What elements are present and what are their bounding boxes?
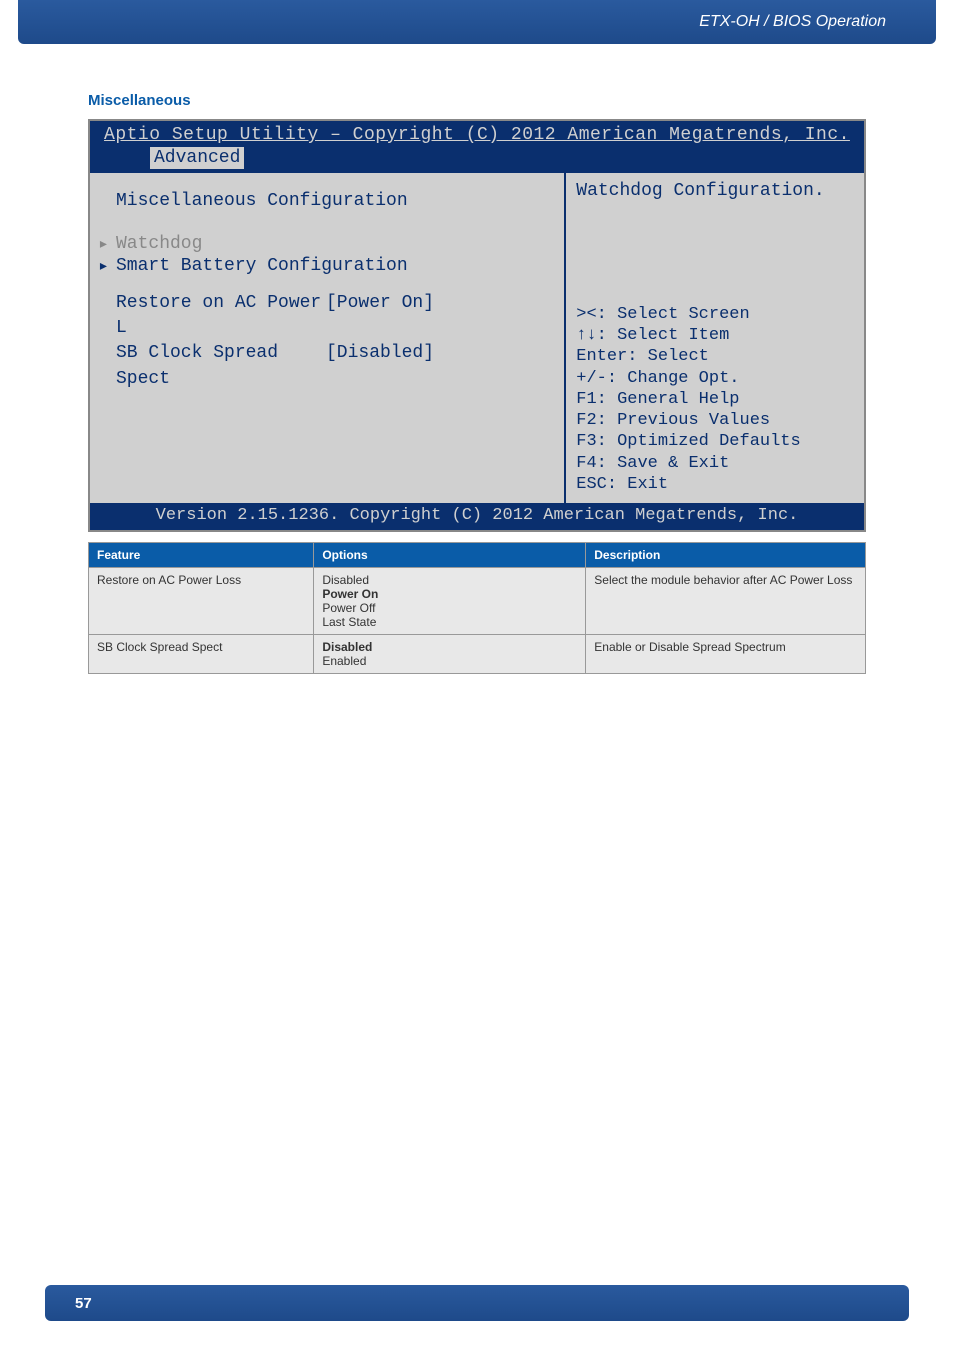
page-footer-bar: 57 (45, 1285, 909, 1321)
table-header-row: Feature Options Description (89, 543, 866, 568)
bios-submenu-watchdog[interactable]: ▸ Watchdog (98, 233, 556, 255)
bios-key-line: ↑↓: Select Item (576, 325, 854, 346)
table-row: Restore on AC Power LossDisabledPower On… (89, 568, 866, 635)
page-number: 57 (75, 1295, 92, 1312)
bios-key-line: ><: Select Screen (576, 304, 854, 325)
submenu-arrow-icon: ▸ (98, 233, 116, 255)
breadcrumb: ETX-OH / BIOS Operation (699, 13, 886, 31)
cell-description: Enable or Disable Spread Spectrum (586, 635, 866, 674)
bios-left-heading: Miscellaneous Configuration (116, 191, 556, 211)
bios-tab-row: Advanced (90, 145, 864, 173)
bios-submenu-label: Smart Battery Configuration (116, 256, 408, 276)
feature-table: Feature Options Description Restore on A… (88, 542, 866, 674)
bios-option-sb-clock[interactable]: SB Clock Spread Spect [Disabled] (116, 341, 556, 391)
th-feature: Feature (89, 543, 314, 568)
bios-title: Aptio Setup Utility – Copyright (C) 2012… (104, 125, 850, 145)
cell-feature: Restore on AC Power Loss (89, 568, 314, 635)
bios-key-help: ><: Select Screen ↑↓: Select Item Enter:… (576, 304, 854, 495)
table-row: SB Clock Spread SpectDisabledEnabledEnab… (89, 635, 866, 674)
bios-option-label: Restore on AC Power L (116, 291, 326, 341)
option-line: Disabled (322, 640, 577, 654)
bios-right-pane: Watchdog Configuration. ><: Select Scree… (566, 173, 864, 503)
bios-key-line: Enter: Select (576, 346, 854, 367)
submenu-arrow-icon: ▸ (98, 255, 116, 277)
option-line: Enabled (322, 654, 577, 668)
section-title: Miscellaneous (88, 92, 954, 109)
bios-key-line: F2: Previous Values (576, 410, 854, 431)
bios-submenu-label: Watchdog (116, 234, 202, 254)
cell-description: Select the module behavior after AC Powe… (586, 568, 866, 635)
bios-option-value: [Disabled] (326, 341, 434, 391)
bios-tab-advanced[interactable]: Advanced (150, 147, 244, 169)
bios-key-line: F1: General Help (576, 389, 854, 410)
bios-key-line: ESC: Exit (576, 474, 854, 495)
option-line: Power Off (322, 601, 577, 615)
cell-feature: SB Clock Spread Spect (89, 635, 314, 674)
th-description: Description (586, 543, 866, 568)
bios-title-bar: Aptio Setup Utility – Copyright (C) 2012… (90, 121, 864, 145)
bios-screenshot: Aptio Setup Utility – Copyright (C) 2012… (88, 119, 866, 532)
option-line: Disabled (322, 573, 577, 587)
bios-help-text: Watchdog Configuration. (576, 181, 854, 201)
bios-option-restore-ac[interactable]: Restore on AC Power L [Power On] (116, 291, 556, 341)
header-bar: ETX-OH / BIOS Operation (18, 0, 936, 44)
bios-left-pane: Miscellaneous Configuration ▸ Watchdog ▸… (90, 173, 566, 503)
bios-submenu-smart-battery[interactable]: ▸ Smart Battery Configuration (98, 255, 556, 277)
bios-option-label: SB Clock Spread Spect (116, 341, 326, 391)
bios-key-line: F3: Optimized Defaults (576, 431, 854, 452)
bios-footer: Version 2.15.1236. Copyright (C) 2012 Am… (90, 503, 864, 530)
th-options: Options (314, 543, 586, 568)
bios-option-value: [Power On] (326, 291, 434, 341)
option-line: Power On (322, 587, 577, 601)
cell-options: DisabledPower OnPower OffLast State (314, 568, 586, 635)
option-line: Last State (322, 615, 577, 629)
bios-key-line: +/-: Change Opt. (576, 368, 854, 389)
cell-options: DisabledEnabled (314, 635, 586, 674)
bios-key-line: F4: Save & Exit (576, 453, 854, 474)
bios-main: Miscellaneous Configuration ▸ Watchdog ▸… (90, 173, 864, 503)
